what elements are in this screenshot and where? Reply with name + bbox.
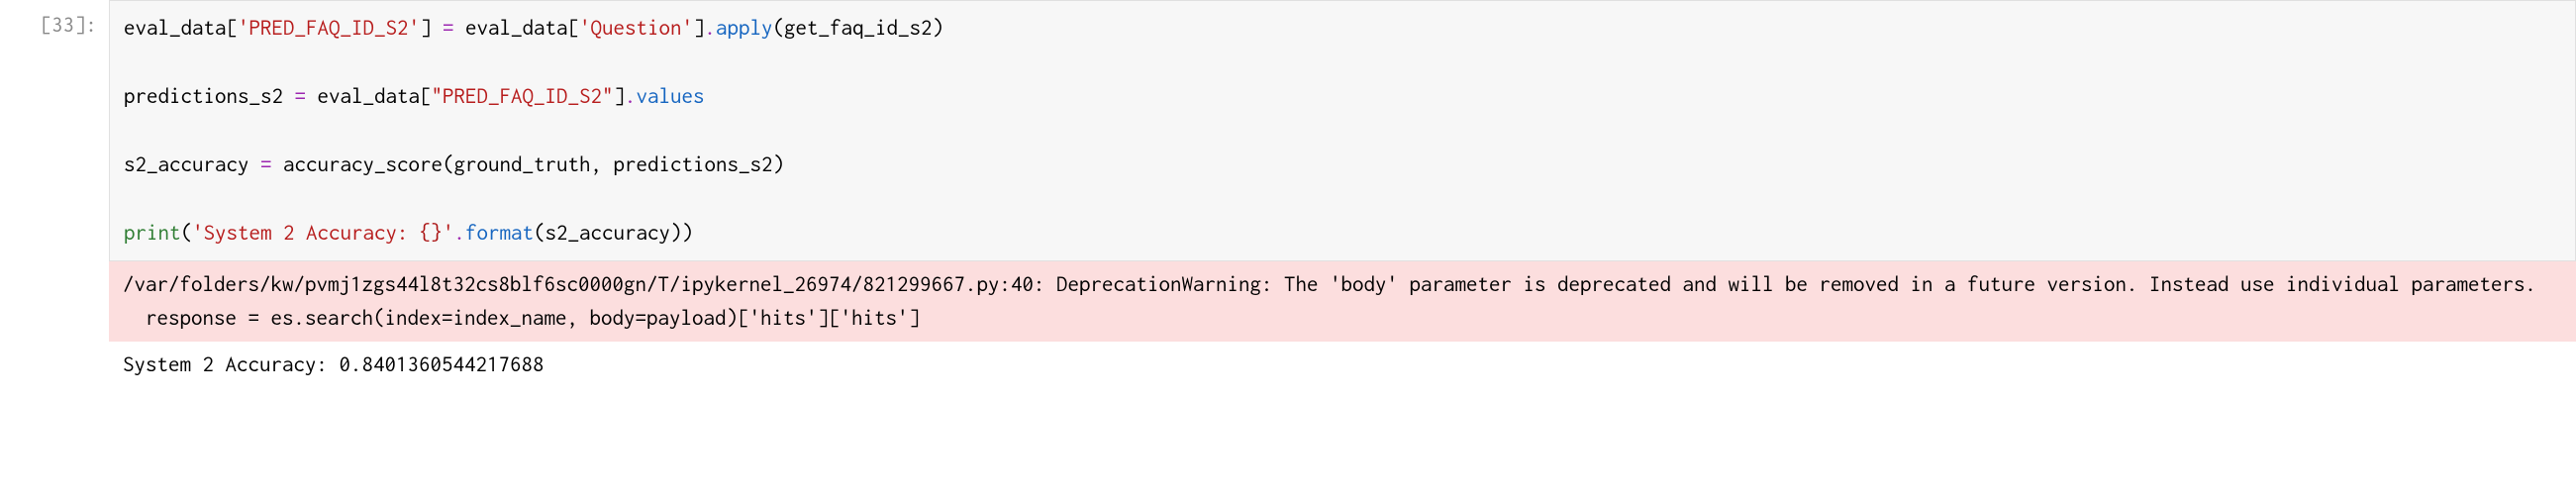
code-input-area[interactable]: eval_data['PRED_FAQ_ID_S2'] = eval_data[… (109, 0, 2576, 261)
code-operator: = (260, 152, 272, 176)
code-string: 'Question' (579, 16, 693, 40)
code-string: 'System 2 Accuracy: (192, 221, 420, 245)
code-token: predictions_s2 (124, 84, 295, 108)
code-token: (s2_accuracy)) (534, 221, 693, 245)
code-token: eval_data[ (454, 16, 580, 40)
code-method: apply (716, 16, 773, 40)
stdout-output: System 2 Accuracy: 0.8401360544217688 (109, 342, 2576, 388)
code-token: accuracy_score(ground_truth, predictions… (272, 152, 785, 176)
code-token: ( (181, 221, 193, 245)
output-area: /var/folders/kw/pvmj1zgs44l8t32cs8blf6sc… (109, 261, 2576, 388)
code-token: ] (614, 84, 626, 108)
jupyter-cell: [33]: eval_data['PRED_FAQ_ID_S2'] = eval… (0, 0, 2576, 387)
code-operator: = (295, 84, 307, 108)
code-string: 'PRED_FAQ_ID_S2' (238, 16, 420, 40)
code-token: (get_faq_id_s2) (773, 16, 944, 40)
code-dot: . (625, 84, 637, 108)
cell-prompt: [33]: (0, 0, 109, 387)
code-builtin: print (124, 221, 181, 245)
deprecation-warning: /var/folders/kw/pvmj1zgs44l8t32cs8blf6sc… (109, 261, 2576, 342)
cell-content: eval_data['PRED_FAQ_ID_S2'] = eval_data[… (109, 0, 2576, 387)
code-dot: . (454, 221, 466, 245)
code-token: s2_accuracy (124, 152, 260, 176)
code-method: values (637, 84, 705, 108)
execution-count: [33]: (41, 13, 98, 37)
code-token: ] (693, 16, 705, 40)
code-string: "PRED_FAQ_ID_S2" (432, 84, 614, 108)
code-operator: = (443, 16, 454, 40)
code-format: {} (420, 221, 443, 245)
code-string: ' (443, 221, 454, 245)
code-token: eval_data[ (306, 84, 432, 108)
code-token: eval_data[ (124, 16, 238, 40)
code-dot: . (705, 16, 717, 40)
code-method: format (465, 221, 534, 245)
code-token: ] (420, 16, 443, 40)
